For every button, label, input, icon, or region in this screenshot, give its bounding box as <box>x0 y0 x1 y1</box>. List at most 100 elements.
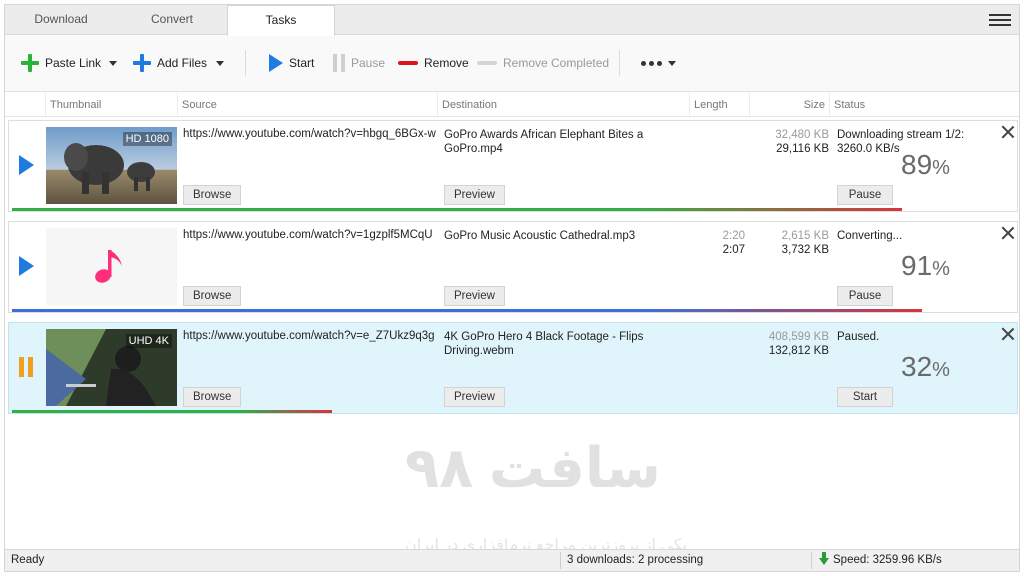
statusbar-divider <box>560 552 561 569</box>
tab-bar: Download Convert Tasks <box>5 5 1019 36</box>
browse-button[interactable]: Browse <box>183 185 242 205</box>
task-row[interactable]: UHD 4K https://www.youtube.com/watch?v=e… <box>8 322 1018 414</box>
length-total: 2:20 <box>722 230 745 242</box>
close-icon[interactable] <box>1001 327 1015 341</box>
status-text: Converting... <box>837 230 903 242</box>
play-icon[interactable] <box>19 155 34 175</box>
progress-bar <box>12 410 332 413</box>
size-cell: 2,615 KB 3,732 KB <box>749 229 829 257</box>
audio-thumbnail <box>46 228 177 305</box>
preview-button[interactable]: Preview <box>444 387 505 407</box>
destination-file: GoPro Awards African Elephant Bites a Go… <box>444 129 644 155</box>
more-options-button[interactable] <box>641 50 676 76</box>
watermark-logo: سافت ۹۸ یکی از بروزترین مراجع نرم‌افزاری… <box>405 435 755 565</box>
status-summary: 3 downloads: 2 processing <box>567 554 704 566</box>
paste-link-dropdown[interactable] <box>109 50 117 76</box>
remove-icon <box>398 61 418 65</box>
progress-percent: 32% <box>901 351 950 382</box>
start-button[interactable]: Start <box>269 50 314 76</box>
progress-bar <box>12 309 922 312</box>
tab-convert[interactable]: Convert <box>117 5 227 35</box>
chevron-down-icon <box>668 60 676 66</box>
source-url: https://www.youtube.com/watch?v=e_Z7Ukz9… <box>183 330 435 342</box>
progress-percent: 89% <box>901 149 950 180</box>
pause-label: Pause <box>351 56 386 70</box>
column-status[interactable]: Status <box>829 93 1019 117</box>
task-row[interactable]: HD 1080 https://www.youtube.com/watch?v=… <box>8 120 1018 212</box>
tab-tasks[interactable]: Tasks <box>227 5 335 36</box>
add-files-label: Add Files <box>157 56 208 70</box>
size-total: 2,615 KB <box>781 230 829 242</box>
quality-badge: HD 1080 <box>122 132 172 146</box>
pause-button[interactable]: Pause <box>333 50 385 76</box>
status-speed: Speed: 3259.96 KB/s <box>815 550 942 571</box>
start-task-button[interactable]: Start <box>837 387 893 407</box>
add-files-button[interactable]: Add Files <box>133 50 207 76</box>
plus-icon <box>133 54 151 72</box>
more-dots-icon <box>641 60 662 66</box>
remove-button[interactable]: Remove <box>398 50 469 76</box>
statusbar-divider <box>811 552 812 569</box>
pause-icon <box>333 54 345 72</box>
destination-file: GoPro Music Acoustic Cathedral.mp3 <box>444 230 636 242</box>
size-done: 132,812 KB <box>768 345 829 357</box>
toolbar-divider <box>245 50 246 76</box>
chevron-down-icon <box>216 60 224 66</box>
paste-link-button[interactable]: Paste Link <box>21 50 101 76</box>
length-done: 2:07 <box>722 244 745 256</box>
pause-task-button[interactable]: Pause <box>837 286 893 306</box>
size-total: 408,599 KB <box>768 331 829 343</box>
status-text: Paused. <box>837 331 880 343</box>
status-ready: Ready <box>11 554 45 566</box>
add-files-dropdown[interactable] <box>216 50 224 76</box>
size-cell: 408,599 KB 132,812 KB <box>749 330 829 358</box>
column-source[interactable]: Source <box>177 93 437 117</box>
chevron-down-icon <box>109 60 117 66</box>
length-cell: 2:20 2:07 <box>697 229 745 257</box>
play-icon <box>269 54 283 72</box>
toolbar: Paste Link Add Files Start Pause Remove … <box>5 36 1019 92</box>
source-url: https://www.youtube.com/watch?v=1gzplf5M… <box>183 229 433 241</box>
close-icon[interactable] <box>1001 125 1015 139</box>
column-headers: Thumbnail Source Destination Length Size… <box>5 93 1019 117</box>
app-window: Download Convert Tasks Paste Link Add Fi… <box>4 4 1020 572</box>
browse-button[interactable]: Browse <box>183 286 242 306</box>
size-done: 3,732 KB <box>781 244 829 256</box>
plus-icon <box>21 54 39 72</box>
source-url: https://www.youtube.com/watch?v=hbgq_6BG… <box>183 128 436 140</box>
tab-download[interactable]: Download <box>5 5 117 35</box>
remove-completed-icon <box>477 61 497 65</box>
hamburger-menu-icon[interactable] <box>989 11 1011 29</box>
video-thumbnail: HD 1080 <box>46 127 177 204</box>
task-row[interactable]: https://www.youtube.com/watch?v=1gzplf5M… <box>8 221 1018 313</box>
quality-badge: UHD 4K <box>125 334 172 348</box>
remove-label: Remove <box>424 56 469 70</box>
toolbar-divider <box>619 50 620 76</box>
column-thumbnail[interactable]: Thumbnail <box>45 93 177 117</box>
close-icon[interactable] <box>1001 226 1015 240</box>
preview-button[interactable]: Preview <box>444 185 505 205</box>
play-icon[interactable] <box>19 256 34 276</box>
download-arrow-icon <box>819 552 829 565</box>
pause-task-button[interactable]: Pause <box>837 185 893 205</box>
status-bar: Ready 3 downloads: 2 processing Speed: 3… <box>5 549 1019 571</box>
browse-button[interactable]: Browse <box>183 387 242 407</box>
watermark-title: سافت ۹۸ <box>405 436 661 499</box>
paste-link-label: Paste Link <box>45 56 102 70</box>
pause-icon[interactable] <box>19 357 33 377</box>
column-size[interactable]: Size <box>749 93 829 117</box>
video-thumbnail: UHD 4K <box>46 329 177 406</box>
progress-bar <box>12 208 902 211</box>
progress-percent: 91% <box>901 250 950 281</box>
start-label: Start <box>289 56 315 70</box>
size-total: 32,480 KB <box>775 129 829 141</box>
music-note-icon <box>46 228 177 305</box>
size-done: 29,116 KB <box>776 143 829 155</box>
remove-completed-button[interactable]: Remove Completed <box>477 50 609 76</box>
destination-file: 4K GoPro Hero 4 Black Footage - Flips Dr… <box>444 331 644 357</box>
preview-button[interactable]: Preview <box>444 286 505 306</box>
column-destination[interactable]: Destination <box>437 93 689 117</box>
remove-completed-label: Remove Completed <box>503 56 610 70</box>
column-length[interactable]: Length <box>689 93 749 117</box>
size-cell: 32,480 KB 29,116 KB <box>749 128 829 156</box>
